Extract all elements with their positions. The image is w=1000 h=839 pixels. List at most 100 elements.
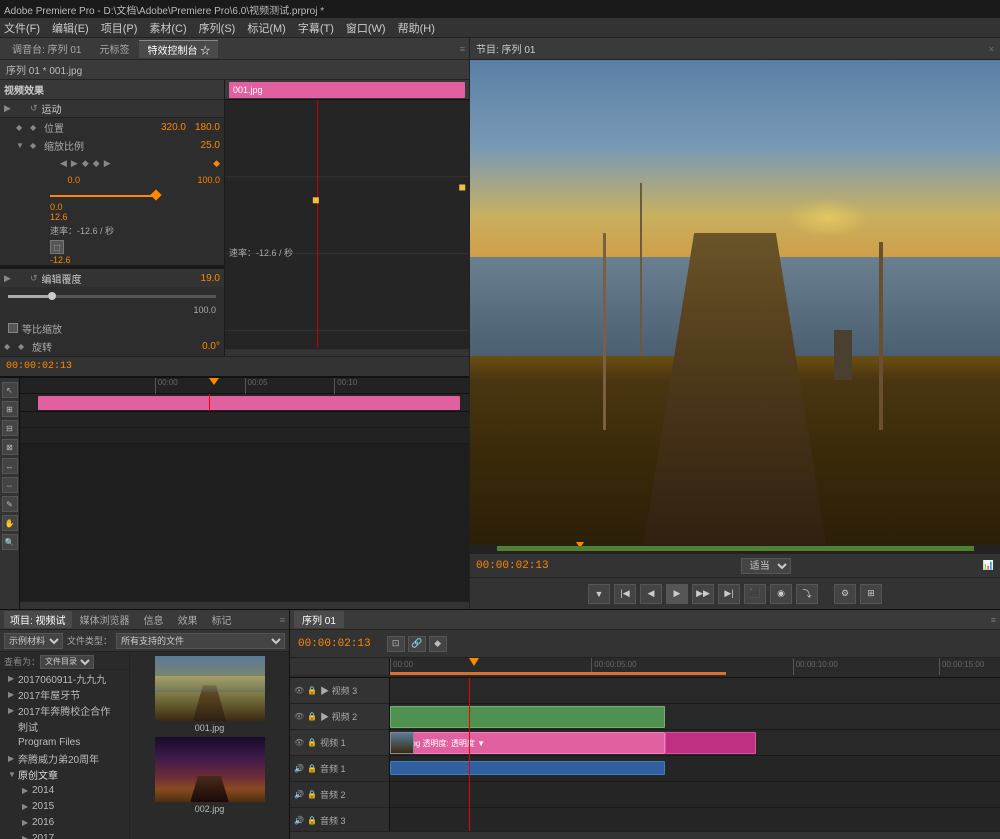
scale-value[interactable]: 25.0 [190,140,220,151]
program-video [470,60,1000,553]
tool-slide[interactable]: ⇔ [2,477,18,493]
title-bar: Adobe Premiere Pro - D:\文档\Adobe\Premier… [0,0,1000,18]
timeline-ruler: 00:00 00:00:05:00 00:00:10:00 00:00:15:0… [290,658,1000,678]
program-timeline-strip [470,545,1000,553]
tool-hand[interactable]: ✋ [2,515,18,531]
menu-sequence[interactable]: 序列(S) [199,20,236,36]
timeline-panel: 序列 01 ≡ 00:00:02:13 ⊡ 🔗 ◆ 00:00 00:00:05… [290,610,1000,839]
clip-v2[interactable] [390,706,665,728]
clip-a1[interactable] [390,761,665,775]
media-001[interactable]: 001.jpg [134,656,285,733]
source-clip-pink[interactable] [38,396,460,410]
motion-label: 运动 [42,101,62,116]
media-002[interactable]: 002.jpg [134,737,285,814]
menu-title[interactable]: 字幕(T) [298,20,334,36]
ruler-left [290,658,390,675]
tool-slip[interactable]: ↔ [2,458,18,474]
scale-val2[interactable]: 0.0 [50,175,80,185]
tool-select[interactable]: ↖ [2,382,18,398]
menu-edit[interactable]: 编辑(E) [52,20,89,36]
scale-val3[interactable]: 100.0 [190,175,220,185]
tree-item-2015[interactable]: ▶2015 [0,798,129,814]
tree-item-original[interactable]: ▼原创文章 [0,766,129,782]
tab-info[interactable]: 信息 [138,611,170,628]
tree-item-2014[interactable]: ▶2014 [0,782,129,798]
tab-effects[interactable]: 效果 [172,611,204,628]
tab-markers[interactable]: 标记 [206,611,238,628]
tl-link[interactable]: 🔗 [408,636,426,652]
opacity-reset[interactable]: ↺ [30,273,38,284]
tree-item-0[interactable]: ▶2017060911-九九九 [0,670,129,686]
tree-item-3[interactable]: 刺试 [0,718,129,734]
menu-help[interactable]: 帮助(H) [398,20,435,36]
program-close[interactable]: × [989,44,994,54]
clip-v1-alt[interactable] [665,732,757,754]
graph-val3: -12.6 [50,255,71,265]
tab-mixer[interactable]: 调音台: 序列 01 [4,40,89,58]
menu-marker[interactable]: 标记(M) [247,20,286,36]
render-bar [497,546,974,551]
materials-dropdown[interactable]: 示例材料 [4,633,63,649]
tab-project[interactable]: 项目: 视频试 [4,611,72,628]
ctrl-record[interactable]: ◉ [770,584,792,604]
clip-v1-main[interactable]: 001.jpg 透明度: 透明度 ▼ [390,732,665,754]
rotation-value[interactable]: 0.0° [190,341,220,352]
pier-scene [470,60,1000,553]
tool-razor[interactable]: ⊞ [2,401,18,417]
bottom-section: 项目: 视频试 媒体浏览器 信息 效果 标记 ≡ 示例材料 文件类型： 所有支持… [0,609,1000,839]
source-clip-bar[interactable]: 001.jpg [229,82,465,98]
timeline-hscrollbar[interactable] [290,831,1000,839]
source-hscrollbar[interactable] [20,601,469,609]
tl-markers[interactable]: ◆ [429,636,447,652]
menu-file[interactable]: 文件(F) [4,20,40,36]
tool-pen[interactable]: ✎ [2,496,18,512]
viewas-dropdown[interactable]: 文件目录 [40,655,94,669]
project-panel-menu[interactable]: ≡ [280,615,285,625]
tree-item-program[interactable]: Program Files [0,734,129,750]
ctrl-export[interactable]: ⤵ [796,584,818,604]
project-panel: 项目: 视频试 媒体浏览器 信息 效果 标记 ≡ 示例材料 文件类型： 所有支持… [0,610,290,839]
panel-menu-icon[interactable]: ≡ [460,44,465,54]
motion-row[interactable]: ▶ ↺ 运动 [0,100,224,118]
tl-tab-seq[interactable]: 序列 01 [294,611,344,628]
tl-panel-menu[interactable]: ≡ [991,615,996,625]
ctrl-to-start[interactable]: |◀ [614,584,636,604]
ctrl-step-fwd[interactable]: ▶▶ [692,584,714,604]
filetype-dropdown[interactable]: 所有支持的文件 [116,633,285,649]
lamp-post [640,183,642,356]
thumb-dusk-img [155,737,265,802]
ctrl-to-end[interactable]: ▶| [718,584,740,604]
reset-icon[interactable]: ↺ [30,103,38,114]
tree-item-2017[interactable]: ▶2017 [0,830,129,839]
ctrl-play[interactable]: ▶ [666,584,688,604]
ctrl-stop[interactable]: ⬛ [744,584,766,604]
project-tree: 查看为： 文件目录 ▶2017060911-九九九 ▶2017年屋牙节 ▶201… [0,652,130,839]
menu-project[interactable]: 项目(P) [101,20,138,36]
tree-item-2[interactable]: ▶2017年奔腾校企合作 [0,702,129,718]
ctrl-step-back[interactable]: ◀ [640,584,662,604]
tab-meta[interactable]: 元标签 [91,40,137,58]
pos-x-value[interactable]: 320.0 [156,122,186,133]
ctrl-safe[interactable]: ⊞ [860,584,882,604]
ctrl-mark-in[interactable]: ▼ [588,584,610,604]
tree-item-penteng[interactable]: ▶奔腾威力弟20周年 [0,750,129,766]
tab-media-browser[interactable]: 媒体浏览器 [74,611,136,628]
fit-dropdown[interactable]: 适当 [741,558,791,574]
graph-hscroll[interactable] [225,348,469,356]
opacity-val2: 100.0 [193,305,216,319]
timeline-tabs: 序列 01 ≡ [290,610,1000,630]
render-bar-tl [390,672,726,675]
tree-item-2016[interactable]: ▶2016 [0,814,129,830]
opacity-value[interactable]: 19.0 [190,273,220,284]
menu-clip[interactable]: 素材(C) [149,20,186,36]
pos-y-value[interactable]: 180.0 [190,122,220,133]
tool-rolling[interactable]: ⊠ [2,439,18,455]
tool-ripple[interactable]: ⊟ [2,420,18,436]
ctrl-settings[interactable]: ⚙ [834,584,856,604]
tree-item-1[interactable]: ▶2017年屋牙节 [0,686,129,702]
graph-val2: 12.6 [50,212,68,222]
tl-snap[interactable]: ⊡ [387,636,405,652]
tab-effect-controls[interactable]: 特效控制台 ☆ [139,40,218,58]
menu-window[interactable]: 窗口(W) [346,20,386,36]
tool-zoom[interactable]: 🔍 [2,534,18,550]
